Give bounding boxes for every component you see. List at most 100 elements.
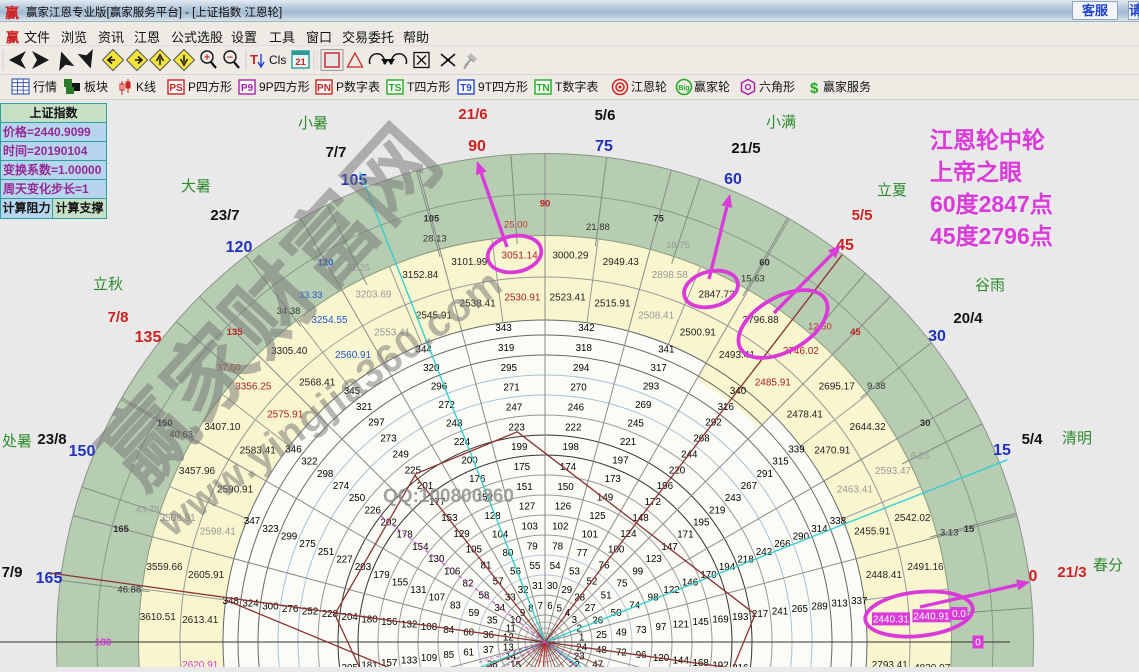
svg-text:54: 54 [550, 561, 561, 572]
svg-text:立夏: 立夏 [877, 182, 907, 199]
svg-text:P四方形: P四方形 [188, 79, 232, 94]
svg-text:246: 246 [568, 403, 585, 414]
svg-text:7/9: 7/9 [2, 564, 23, 581]
svg-text:$: $ [810, 80, 819, 97]
svg-text:226: 226 [365, 505, 382, 516]
svg-text:120: 120 [226, 239, 253, 256]
svg-text:275: 275 [299, 539, 316, 550]
svg-text:179: 179 [373, 570, 389, 581]
svg-text:45度2796点: 45度2796点 [930, 223, 1053, 249]
svg-text:291: 291 [757, 469, 773, 480]
svg-text:60: 60 [759, 257, 770, 268]
svg-text:2440.31: 2440.31 [873, 614, 910, 625]
svg-text:78: 78 [552, 541, 563, 552]
svg-text:108: 108 [421, 622, 438, 633]
svg-text:124: 124 [620, 529, 637, 540]
svg-text:289: 289 [811, 601, 827, 612]
svg-text:341: 341 [658, 345, 674, 356]
svg-text:2491.16: 2491.16 [907, 562, 944, 573]
svg-text:205: 205 [342, 663, 359, 667]
svg-text:9.38: 9.38 [867, 381, 886, 392]
svg-text:150: 150 [557, 482, 574, 493]
svg-text:T9: T9 [460, 83, 472, 94]
svg-text:2620.91: 2620.91 [182, 660, 219, 667]
svg-text:75: 75 [617, 579, 628, 590]
svg-text:105: 105 [423, 214, 440, 225]
svg-text:195: 195 [693, 518, 710, 529]
svg-text:T数字表: T数字表 [555, 79, 598, 94]
svg-text:31: 31 [532, 581, 543, 592]
svg-text:0: 0 [975, 638, 981, 649]
svg-text:77: 77 [577, 548, 588, 559]
svg-text:299: 299 [281, 532, 297, 543]
svg-text:176: 176 [469, 474, 486, 485]
svg-text:21: 21 [295, 57, 306, 68]
svg-text:2470.91: 2470.91 [814, 446, 851, 457]
svg-text:PS: PS [169, 83, 183, 94]
svg-text:行情: 行情 [33, 80, 57, 94]
svg-text:295: 295 [501, 363, 518, 374]
svg-text:151: 151 [516, 482, 532, 493]
svg-text:15: 15 [993, 442, 1011, 459]
svg-text:199: 199 [511, 442, 527, 453]
svg-text:K线: K线 [136, 80, 156, 94]
svg-text:128: 128 [484, 511, 501, 522]
svg-text:126: 126 [555, 502, 572, 513]
svg-text:102: 102 [552, 522, 568, 533]
svg-text:100: 100 [608, 545, 625, 556]
svg-text:180: 180 [361, 614, 378, 625]
svg-text:322: 322 [301, 457, 317, 468]
svg-text:244: 244 [681, 450, 698, 461]
svg-text:49: 49 [616, 627, 627, 638]
svg-text:273: 273 [380, 434, 397, 445]
svg-text:153: 153 [441, 513, 458, 524]
svg-text:9P四方形: 9P四方形 [259, 79, 310, 94]
svg-text:297: 297 [368, 418, 384, 429]
svg-text:175: 175 [514, 462, 531, 473]
svg-text:TS: TS [389, 83, 402, 94]
svg-text:103: 103 [522, 522, 539, 533]
svg-text:156: 156 [381, 617, 398, 628]
svg-text:23/7: 23/7 [210, 207, 239, 224]
svg-text:109: 109 [421, 653, 437, 664]
svg-text:3152.84: 3152.84 [402, 270, 439, 281]
svg-text:2593.47: 2593.47 [875, 466, 912, 477]
svg-text:2605.91: 2605.91 [188, 570, 225, 581]
svg-text:131: 131 [410, 585, 426, 596]
svg-text:0: 0 [1029, 568, 1038, 585]
svg-text:60度2847点: 60度2847点 [930, 191, 1053, 217]
svg-text:337: 337 [851, 596, 867, 607]
svg-text:171: 171 [677, 530, 693, 541]
svg-text:60: 60 [724, 171, 742, 188]
svg-text:268: 268 [693, 434, 710, 445]
svg-text:347: 347 [244, 516, 260, 527]
svg-text:219: 219 [709, 505, 725, 516]
svg-text:55: 55 [529, 561, 540, 572]
svg-text:春分: 春分 [1093, 557, 1123, 574]
svg-text:293: 293 [643, 382, 660, 393]
svg-text:172: 172 [645, 497, 661, 508]
svg-text:+: + [204, 53, 210, 64]
svg-text:2508.41: 2508.41 [638, 310, 675, 321]
svg-text:2448.41: 2448.41 [866, 570, 903, 581]
svg-text:58: 58 [478, 591, 489, 602]
svg-text:165: 165 [36, 570, 63, 587]
svg-text:267: 267 [741, 481, 757, 492]
svg-text:34: 34 [494, 603, 505, 614]
svg-text:241: 241 [772, 607, 788, 618]
svg-text:3203.69: 3203.69 [355, 290, 392, 301]
svg-text:3559.66: 3559.66 [146, 562, 183, 573]
svg-text:大暑: 大暑 [181, 178, 211, 195]
svg-text:340: 340 [730, 386, 747, 397]
svg-text:274: 274 [333, 481, 350, 492]
svg-text:15.63: 15.63 [741, 274, 765, 285]
svg-text:2793.41: 2793.41 [872, 660, 909, 667]
svg-text:2949.43: 2949.43 [603, 257, 640, 268]
svg-text:316: 316 [718, 402, 735, 413]
svg-text:101: 101 [582, 529, 598, 540]
svg-text:106: 106 [444, 566, 461, 577]
svg-text:99: 99 [632, 566, 643, 577]
svg-text:245: 245 [628, 419, 645, 430]
svg-text:赢家服务: 赢家服务 [823, 79, 871, 94]
svg-text:21/3: 21/3 [1057, 564, 1086, 581]
